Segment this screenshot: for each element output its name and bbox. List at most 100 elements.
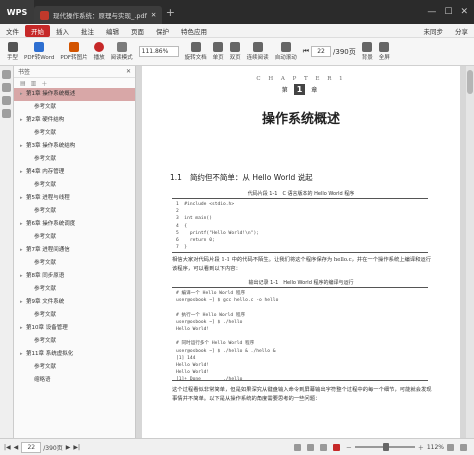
pdf-to-word-button[interactable]: PDF转Word xyxy=(21,39,57,65)
minimize-button[interactable]: — xyxy=(427,7,436,17)
rotate-button[interactable]: 旋转文档 xyxy=(182,39,210,65)
bookmark-item[interactable]: 第10章 设备管理 xyxy=(14,322,135,335)
document-viewer[interactable]: C H A P T E R 1 第1章 操作系统概述 1.1 简约但不简单：从 H… xyxy=(136,66,474,438)
bookmark-subitem[interactable]: 参考文献 xyxy=(14,335,135,348)
fullscreen-icon[interactable] xyxy=(460,443,467,451)
menu-file[interactable]: 文件 xyxy=(0,26,25,36)
title-bar: WPS 现代操作系统：原理与实现_.pdf ✕ + — ☐ ✕ xyxy=(0,0,474,24)
bookmark-subitem[interactable]: 缩略语 xyxy=(14,374,135,387)
bookmark-item[interactable]: 第6章 操作系统调度 xyxy=(14,218,135,231)
status-page-input[interactable]: 22 xyxy=(21,441,42,453)
bookmark-item[interactable]: 第3章 操作系统结构 xyxy=(14,140,135,153)
zoom-in-icon[interactable]: ＋ xyxy=(418,443,424,452)
single-page-icon xyxy=(213,42,224,52)
menu-features[interactable]: 特色应用 xyxy=(175,26,213,36)
wps-logo[interactable]: WPS xyxy=(0,0,34,24)
paragraph-1: 相信大家对代码片段 1-1 中的代码不陌生。让我们将这个程序保存为 hello.… xyxy=(172,257,432,272)
bookmark-item[interactable]: 第7章 进程间通信 xyxy=(14,244,135,257)
bookmark-subitem[interactable]: 参考文献 xyxy=(14,309,135,322)
zoom-input[interactable]: 111.86% xyxy=(138,46,179,57)
bookmark-list: 第1章 操作系统概述参考文献第2章 硬件结构参考文献第3章 操作系统结构参考文献… xyxy=(14,88,135,387)
read-mode-button[interactable]: 阅读模式 xyxy=(108,39,136,65)
maximize-button[interactable]: ☐ xyxy=(444,7,452,17)
status-page-total: /390页 xyxy=(43,444,63,452)
view-mode-icon[interactable] xyxy=(293,443,301,451)
zoom-slider[interactable] xyxy=(354,443,415,451)
first-page-icon[interactable]: |◀ xyxy=(4,444,11,451)
bookmark-item[interactable]: 第8章 同步原语 xyxy=(14,270,135,283)
bookmark-subitem[interactable]: 参考文献 xyxy=(14,127,135,140)
auto-scroll-button[interactable]: 自动滚动 xyxy=(272,39,300,65)
bookmark-panel-title: 书签 xyxy=(18,69,31,76)
annotation-panel-icon[interactable] xyxy=(2,96,11,105)
rotate-icon xyxy=(190,42,201,52)
record-icon[interactable] xyxy=(332,443,340,451)
first-page-icon[interactable]: ⏮ xyxy=(303,47,309,56)
new-tab-button[interactable]: + xyxy=(162,6,178,19)
document-tab-label: 现代操作系统：原理与实现_.pdf xyxy=(53,12,147,20)
bookmark-item[interactable]: 第9章 文件系统 xyxy=(14,296,135,309)
bookmark-subitem[interactable]: 参考文献 xyxy=(14,101,135,114)
prev-page-icon[interactable]: ◀ xyxy=(14,444,19,451)
document-tab[interactable]: 现代操作系统：原理与实现_.pdf ✕ xyxy=(34,6,163,24)
night-mode-icon[interactable] xyxy=(319,443,327,451)
bookmark-subitem[interactable]: 参考文献 xyxy=(14,179,135,192)
bookmark-subitem[interactable]: 参考文献 xyxy=(14,361,135,374)
pdf-to-image-button[interactable]: PDF转图片 xyxy=(57,39,90,65)
bookmark-subitem[interactable]: 参考文献 xyxy=(14,231,135,244)
fit-width-icon[interactable] xyxy=(447,443,454,451)
page-number-input[interactable]: 22 xyxy=(311,46,332,57)
menu-start[interactable]: 开始 xyxy=(25,24,50,37)
close-window-button[interactable]: ✕ xyxy=(460,7,468,17)
search-panel-icon[interactable] xyxy=(2,109,11,118)
fullscreen-icon xyxy=(379,42,390,52)
background-icon xyxy=(362,42,373,52)
eye-protect-icon[interactable] xyxy=(306,443,314,451)
bookmark-panel-icon[interactable] xyxy=(2,70,11,79)
last-page-icon[interactable]: ▶| xyxy=(73,444,80,451)
auto-scroll-icon xyxy=(280,42,291,52)
thumbnail-panel-icon[interactable] xyxy=(2,83,11,92)
double-page-icon xyxy=(230,42,241,52)
bookmark-item[interactable]: 第1章 操作系统概述 xyxy=(14,88,135,101)
page-total-label: /390页 xyxy=(333,47,356,56)
bookmark-subitem[interactable]: 参考文献 xyxy=(14,283,135,296)
paragraph-2: 这个过程看似非常简单，但是如果深究从键盘输入命令到屏幕输出字符整个过程中的每一个… xyxy=(172,387,432,402)
bookmark-item[interactable]: 第5章 进程与线程 xyxy=(14,192,135,205)
pdf-icon xyxy=(40,10,49,20)
background-button[interactable]: 背景 xyxy=(359,39,376,65)
continuous-read-button[interactable]: 连续阅读 xyxy=(244,39,272,65)
bookmark-item[interactable]: 第11章 系统虚拟化 xyxy=(14,348,135,361)
double-page-button[interactable]: 双页 xyxy=(227,39,244,65)
read-mode-icon xyxy=(116,42,127,52)
bookmark-item[interactable]: 第4章 内存管理 xyxy=(14,166,135,179)
add-bookmark-icon[interactable]: ＋ xyxy=(41,79,47,88)
sync-status[interactable]: 未同步 xyxy=(418,26,450,36)
bookmark-item[interactable]: 第2章 硬件结构 xyxy=(14,114,135,127)
bookmark-subitem[interactable]: 参考文献 xyxy=(14,205,135,218)
fullscreen-button[interactable]: 全屏 xyxy=(376,39,393,65)
bookmark-subitem[interactable]: 参考文献 xyxy=(14,153,135,166)
close-panel-icon[interactable]: ✕ xyxy=(126,68,131,75)
scroll-thumb[interactable] xyxy=(467,70,473,94)
menu-edit[interactable]: 编辑 xyxy=(100,26,125,36)
vertical-scrollbar[interactable] xyxy=(466,66,474,438)
share-button[interactable]: 分享 xyxy=(449,26,474,36)
expand-all-icon[interactable]: ▤ xyxy=(20,80,26,87)
menu-insert[interactable]: 插入 xyxy=(50,26,75,36)
menu-bar: 文件 开始 插入 批注 编辑 页面 保护 特色应用 未同步 分享 xyxy=(0,24,474,38)
next-page-icon[interactable]: ▶ xyxy=(66,444,71,451)
zoom-level: 112% xyxy=(426,443,444,451)
play-button[interactable]: 播放 xyxy=(91,39,108,65)
menu-protect[interactable]: 保护 xyxy=(150,26,175,36)
menu-page[interactable]: 页面 xyxy=(125,26,150,36)
bookmark-subitem[interactable]: 参考文献 xyxy=(14,257,135,270)
single-page-button[interactable]: 单页 xyxy=(210,39,227,65)
menu-annotate[interactable]: 批注 xyxy=(75,26,100,36)
hand-tool-button[interactable]: 手型 xyxy=(4,39,21,65)
chapter-number: 第1章 xyxy=(281,84,318,95)
zoom-out-icon[interactable]: － xyxy=(346,443,352,452)
collapse-all-icon[interactable]: ▥ xyxy=(31,80,37,87)
zoom-slider-handle[interactable] xyxy=(382,443,389,451)
close-tab-icon[interactable]: ✕ xyxy=(151,11,156,19)
